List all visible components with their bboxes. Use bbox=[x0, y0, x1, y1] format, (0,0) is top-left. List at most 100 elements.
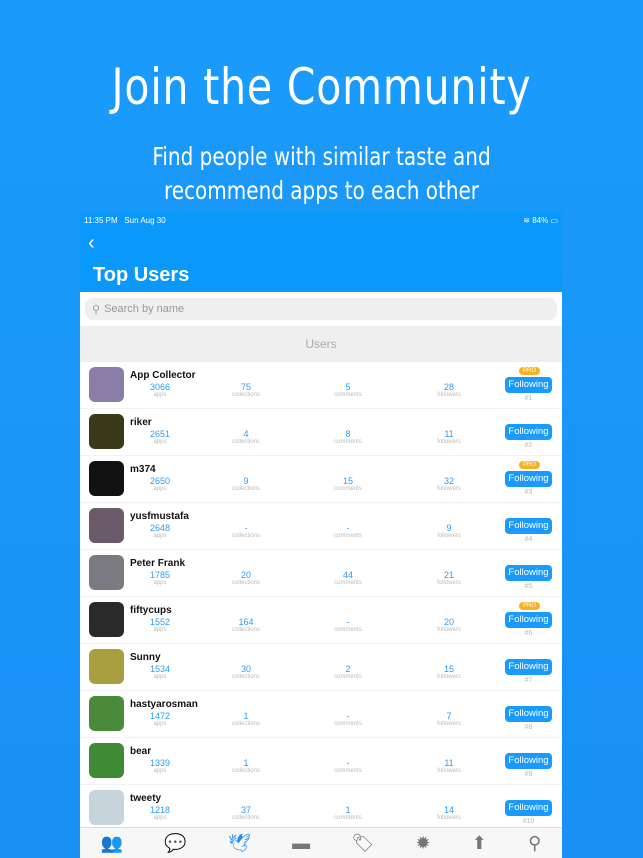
comments-stat: - comments bbox=[334, 617, 362, 633]
user-row[interactable]: yusfmustafa 2648 apps - collections - comments… bbox=[80, 503, 562, 550]
user-name: riker bbox=[130, 417, 152, 428]
collections-stat: 75 collections bbox=[231, 382, 260, 398]
followers-stat: 11 followers bbox=[437, 429, 461, 445]
search-input[interactable]: Search by name bbox=[104, 303, 184, 315]
avatar bbox=[89, 461, 124, 496]
search-icon: ⚲ bbox=[92, 303, 101, 316]
rank: #8 bbox=[524, 724, 533, 731]
bird-icon[interactable]: 🕊 bbox=[228, 833, 251, 854]
new-badge-icon[interactable]: ✹ bbox=[415, 833, 430, 854]
status-bar: 11:35 PM Sun Aug 30 ≋ 84% ▭ bbox=[84, 216, 558, 225]
user-name: App Collector bbox=[130, 370, 196, 381]
followers-stat: 32 followers bbox=[437, 476, 461, 492]
chat-icon[interactable]: 💬 bbox=[164, 833, 186, 854]
followers-stat: 14 followers bbox=[437, 805, 461, 821]
apps-stat: 1339 apps bbox=[149, 758, 171, 774]
following-button[interactable]: Following bbox=[505, 753, 552, 769]
search-bar[interactable]: ⚲ Search by name bbox=[80, 292, 562, 326]
avatar bbox=[89, 555, 124, 590]
user-row[interactable]: riker 2651 apps 4 collections 8 comments 11 foll… bbox=[80, 409, 562, 456]
rank: #9 bbox=[524, 771, 533, 778]
user-row[interactable]: Peter Frank 1785 apps 20 collections 44 commen… bbox=[80, 550, 562, 597]
apps-stat: 2651 apps bbox=[149, 429, 171, 445]
search-icon[interactable]: ⚲ bbox=[528, 833, 541, 854]
user-name: fiftycups bbox=[130, 605, 172, 616]
collections-icon[interactable]: ▬ bbox=[292, 833, 310, 854]
pro-badge: PRO bbox=[519, 367, 541, 375]
users-icon[interactable]: 👥 bbox=[101, 833, 123, 854]
rank: #3 bbox=[524, 489, 533, 496]
user-name: Sunny bbox=[130, 652, 161, 663]
nav-header: 11:35 PM Sun Aug 30 ≋ 84% ▭ ‹ Top Users bbox=[80, 212, 562, 292]
user-row[interactable]: Sunny 1534 apps 30 collections 2 comments 15 fol… bbox=[80, 644, 562, 691]
battery-icon: ▭ bbox=[550, 216, 558, 225]
avatar bbox=[89, 508, 124, 543]
promo-headline: Join the Community bbox=[111, 58, 532, 116]
user-row[interactable]: tweety 1218 apps 37 collections 1 comments 14 fo… bbox=[80, 785, 562, 832]
user-row[interactable]: bear 1339 apps 1 collections - comments 11 follo… bbox=[80, 738, 562, 785]
comments-stat: 2 comments bbox=[334, 664, 362, 680]
user-name: tweety bbox=[130, 793, 162, 804]
avatar bbox=[89, 790, 124, 825]
rank: #6 bbox=[524, 630, 533, 637]
following-button[interactable]: Following bbox=[505, 471, 552, 487]
collections-stat: 20 collections bbox=[231, 570, 260, 586]
avatar bbox=[89, 602, 124, 637]
following-button[interactable]: Following bbox=[505, 706, 552, 722]
apps-stat: 2648 apps bbox=[149, 523, 171, 539]
following-button[interactable]: Following bbox=[505, 518, 552, 534]
collections-stat: 4 collections bbox=[231, 429, 260, 445]
user-name: yusfmustafa bbox=[130, 511, 189, 522]
user-name: m374 bbox=[130, 464, 156, 475]
rank: #10 bbox=[522, 818, 535, 825]
following-button[interactable]: Following bbox=[505, 800, 552, 816]
rank: #7 bbox=[524, 677, 533, 684]
user-name: bear bbox=[130, 746, 152, 757]
following-button[interactable]: Following bbox=[505, 377, 552, 393]
following-button[interactable]: Following bbox=[505, 424, 552, 440]
comments-stat: - comments bbox=[334, 711, 362, 727]
promo-subtitle: Find people with similar taste and recomm… bbox=[152, 142, 491, 205]
user-row[interactable]: App Collector 3066 apps 75 collections 5 comme… bbox=[80, 362, 562, 409]
comments-stat: - comments bbox=[334, 523, 362, 539]
collections-stat: 30 collections bbox=[231, 664, 260, 680]
comments-stat: 44 comments bbox=[334, 570, 362, 586]
comments-stat: 8 comments bbox=[334, 429, 362, 445]
collections-stat: 1 collections bbox=[231, 711, 260, 727]
user-row[interactable]: hastyarosman 1472 apps 1 collections - comment… bbox=[80, 691, 562, 738]
followers-stat: 7 followers bbox=[437, 711, 461, 727]
tab-bar: 👥 💬 🕊 ▬ 🏷 ✹ ⬆ ⚲ bbox=[80, 827, 562, 858]
avatar bbox=[89, 743, 124, 778]
apps-stat: 1785 apps bbox=[149, 570, 171, 586]
avatar bbox=[89, 696, 124, 731]
following-button[interactable]: Following bbox=[505, 612, 552, 628]
avatar bbox=[89, 367, 124, 402]
page-title: Top Users bbox=[93, 264, 190, 286]
user-row[interactable]: m374 2650 apps 9 collections 15 comments 32 foll… bbox=[80, 456, 562, 503]
collections-stat: 164 collections bbox=[231, 617, 260, 633]
following-button[interactable]: Following bbox=[505, 659, 552, 675]
upload-arrow-icon[interactable]: ⬆ bbox=[472, 833, 487, 854]
user-name: hastyarosman bbox=[130, 699, 198, 710]
collections-stat: - collections bbox=[231, 523, 260, 539]
collections-stat: 37 collections bbox=[231, 805, 260, 821]
followers-stat: 20 followers bbox=[437, 617, 461, 633]
collections-stat: 9 collections bbox=[231, 476, 260, 492]
rank: #2 bbox=[524, 442, 533, 449]
sale-tag-icon[interactable]: 🏷 bbox=[351, 833, 374, 854]
pro-badge: PRO bbox=[519, 461, 541, 469]
avatar bbox=[89, 414, 124, 449]
followers-stat: 11 followers bbox=[437, 758, 461, 774]
avatar bbox=[89, 649, 124, 684]
back-button[interactable]: ‹ bbox=[88, 232, 95, 255]
wifi-icon: ≋ bbox=[523, 216, 530, 225]
device-screen: 11:35 PM Sun Aug 30 ≋ 84% ▭ ‹ Top Users … bbox=[80, 212, 562, 858]
following-button[interactable]: Following bbox=[505, 565, 552, 581]
user-row[interactable]: fiftycups 1552 apps 164 collections - comments… bbox=[80, 597, 562, 644]
rank: #1 bbox=[524, 395, 533, 402]
apps-stat: 3066 apps bbox=[149, 382, 171, 398]
followers-stat: 15 followers bbox=[437, 664, 461, 680]
comments-stat: - comments bbox=[334, 758, 362, 774]
apps-stat: 2650 apps bbox=[149, 476, 171, 492]
comments-stat: 1 comments bbox=[334, 805, 362, 821]
